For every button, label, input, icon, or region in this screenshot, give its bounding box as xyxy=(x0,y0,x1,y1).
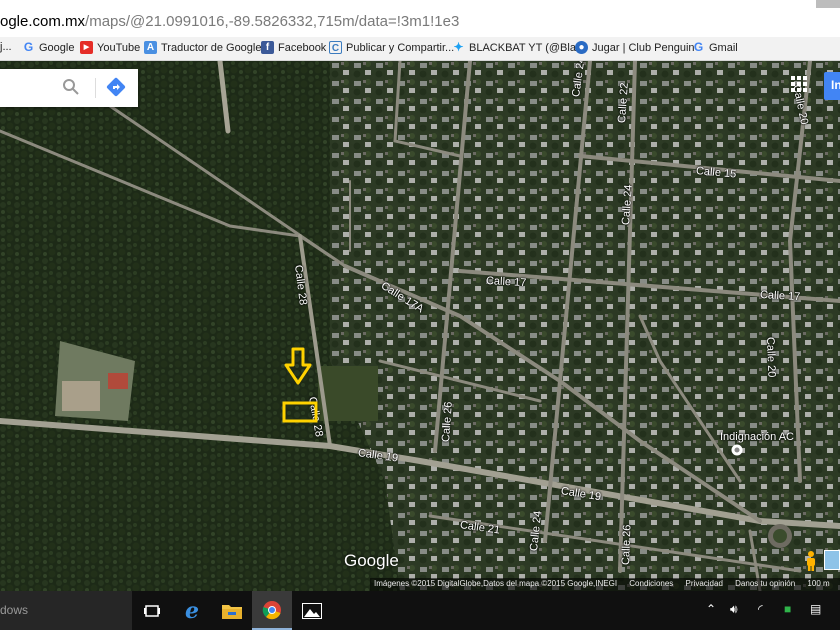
apps-grid-icon[interactable] xyxy=(791,76,807,92)
search-divider xyxy=(95,78,96,98)
edge-button[interactable]: e xyxy=(172,591,212,630)
poi-label-indignacion[interactable]: Indignación AC xyxy=(720,431,794,443)
twitter-icon: ✦ xyxy=(453,40,464,54)
volume-icon[interactable]: 🔊︎ xyxy=(730,602,738,617)
photos-button[interactable] xyxy=(292,591,332,630)
lot-highlight-box xyxy=(282,401,318,423)
imagery-credit: Imágenes ©2015 DigitalGlobe,Datos del ma… xyxy=(374,579,618,588)
photos-icon xyxy=(302,602,322,619)
bookmark-facebook[interactable]: f Facebook xyxy=(261,41,326,54)
bookmark-gmail[interactable]: G Gmail xyxy=(692,41,738,54)
feedback-link[interactable]: Danos tu opinión xyxy=(735,579,795,588)
google-icon: G xyxy=(23,40,34,54)
penguin-icon: ● xyxy=(575,41,588,54)
annotation-marker xyxy=(282,347,318,423)
share-icon: C xyxy=(329,41,342,54)
bookmark-share[interactable]: C Publicar y Compartir... xyxy=(329,41,454,54)
map-layer-toggle[interactable] xyxy=(824,550,840,570)
wifi-icon[interactable]: ◜ xyxy=(758,602,763,616)
url-text[interactable]: ogle.com.mx/maps/@21.0991016,-89.5826332… xyxy=(0,13,459,30)
bookmark-google[interactable]: G Google xyxy=(22,40,75,54)
file-explorer-button[interactable] xyxy=(212,591,252,630)
url-domain: ogle.com.mx xyxy=(0,13,86,30)
translate-icon: A xyxy=(144,41,157,54)
file-explorer-icon xyxy=(222,604,242,619)
down-arrow-icon xyxy=(284,347,312,385)
search-icon[interactable] xyxy=(62,78,80,96)
windows-taskbar: dows e ⌃ 🔊︎ ◜ ■ ▤ xyxy=(0,591,840,630)
edge-icon: e xyxy=(185,597,199,624)
privacy-link[interactable]: Privacidad xyxy=(686,579,723,588)
address-bar[interactable]: ogle.com.mx/maps/@21.0991016,-89.5826332… xyxy=(0,0,840,37)
map-search-box[interactable] xyxy=(0,69,138,107)
scale-label: 100 m xyxy=(807,579,830,588)
chrome-icon xyxy=(262,600,281,619)
sign-in-button[interactable]: In xyxy=(824,72,840,100)
notifications-icon[interactable]: ▤ xyxy=(810,602,821,616)
pegman-icon[interactable] xyxy=(800,550,822,572)
url-path: /maps/@21.0991016,-89.5826332,715m/data=… xyxy=(85,13,460,30)
street-label-calle-17-east: Calle 17 xyxy=(759,289,801,304)
facebook-icon: f xyxy=(261,41,274,54)
satellite-imagery xyxy=(0,61,840,591)
directions-icon[interactable] xyxy=(106,77,126,97)
google-logo: Google xyxy=(344,551,399,570)
bookmark-blackbat[interactable]: ✦ BLACKBAT YT (@Bla... xyxy=(452,41,585,54)
chevron-up-icon[interactable]: ⌃ xyxy=(706,602,716,616)
street-label-calle-26b: Calle 26 xyxy=(620,524,634,566)
task-view-icon xyxy=(144,604,160,617)
bookmark-youtube[interactable]: ▶ YouTube xyxy=(80,41,140,54)
map-attribution: Imágenes ©2015 DigitalGlobe,Datos del ma… xyxy=(370,578,840,591)
terms-link[interactable]: Condiciones xyxy=(629,579,673,588)
task-view-button[interactable] xyxy=(132,591,172,630)
security-icon[interactable]: ■ xyxy=(784,602,791,616)
satellite-map[interactable]: Calle 28 Calle 28 Calle 17A Calle 17 Cal… xyxy=(0,61,840,591)
street-label-calle-17: Calle 17 xyxy=(485,275,527,290)
street-label-calle-20: Calle 20 xyxy=(764,336,778,378)
bookmarks-bar: j... G Google ▶ YouTube A Traductor de Goog… xyxy=(0,37,840,61)
google-icon: G xyxy=(693,40,704,54)
chrome-button[interactable] xyxy=(252,591,292,630)
poi-marker-icon[interactable] xyxy=(731,444,743,456)
bookmark-partial[interactable]: j... xyxy=(0,41,12,53)
bookmark-translate[interactable]: A Traductor de Google xyxy=(144,41,261,54)
bookmark-club-penguin[interactable]: ● Jugar | Club Penguin xyxy=(575,41,695,54)
taskbar-search[interactable]: dows xyxy=(0,591,132,630)
taskbar-search-text: dows xyxy=(0,603,29,617)
youtube-icon: ▶ xyxy=(80,41,93,54)
browser-menu-button[interactable] xyxy=(816,0,840,8)
